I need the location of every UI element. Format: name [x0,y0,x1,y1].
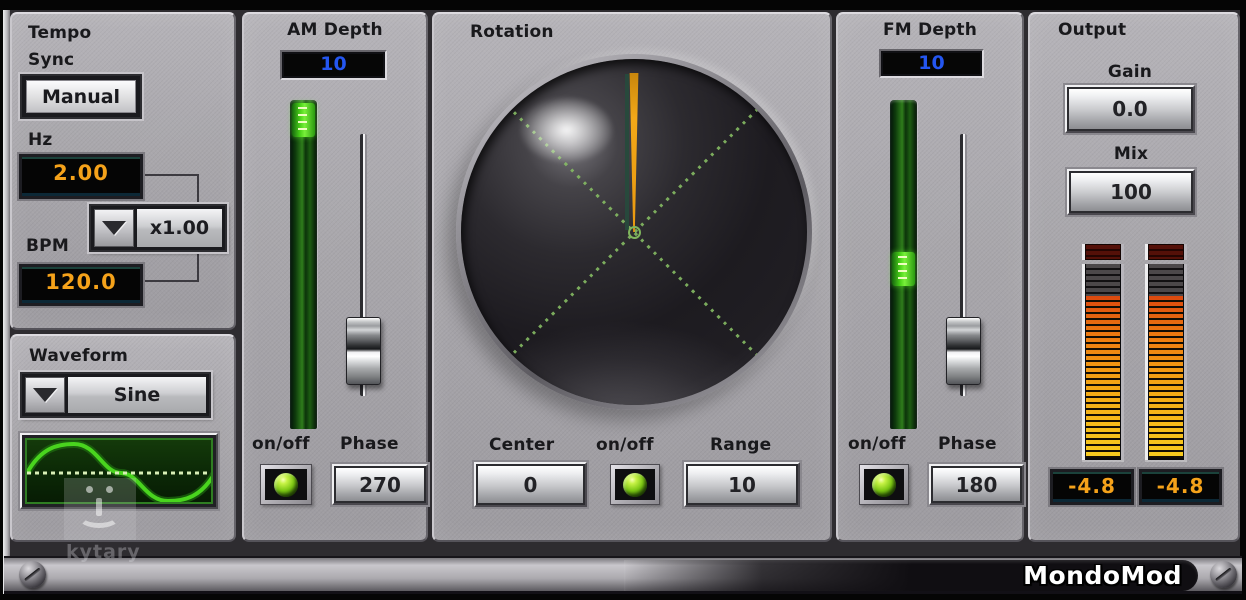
bpm-value-display[interactable]: 120.0 [19,264,143,306]
output-mix-value: 100 [1071,173,1191,211]
sine-wave-icon [27,440,213,504]
output-mix-label: Mix [1067,144,1195,164]
output-meter-left [1082,264,1124,460]
output-meter-left-clip[interactable] [1082,244,1124,260]
am-onoff-button[interactable] [260,464,312,505]
led-on-icon [872,473,896,497]
fm-onoff-button[interactable] [859,464,909,505]
output-title: Output [1058,20,1126,40]
panel-am-depth: AM Depth 10 on/off Phase 270 [242,12,428,542]
waveform-scope [20,433,218,509]
fm-depth-slider-handle[interactable] [946,317,981,385]
panel-fm-depth: FM Depth 10 on/off Phase 180 [836,12,1024,542]
output-gain-value: 0.0 [1069,89,1191,129]
output-meter-left-readout[interactable]: -4.8 [1050,469,1134,505]
fm-onoff-label: on/off [848,434,906,454]
rotation-range-value: 10 [688,466,796,503]
rotation-center-value-box[interactable]: 0 [474,462,587,507]
am-onoff-label: on/off [252,434,310,454]
fm-depth-meter-glow [892,252,915,286]
waveform-scope-screen [25,438,213,504]
bpm-ratio-connector-line [143,252,199,282]
output-mix-value-box[interactable]: 100 [1067,169,1195,215]
tempo-sync-title: Tempo Sync [28,20,128,74]
fm-depth-value-display[interactable]: 10 [879,49,984,78]
chevron-down-icon [102,221,126,235]
output-meter-right-clip[interactable] [1145,244,1187,260]
fm-depth-meter [890,100,917,429]
meter-unlit-segments [1149,264,1183,296]
output-meter-right [1145,264,1187,460]
bpm-label: BPM [26,236,69,256]
led-on-icon [274,473,298,497]
plugin-title: MondoMod [1023,560,1182,591]
panel-waveform: Waveform Sine [10,334,236,542]
panel-tempo-sync: Tempo Sync Manual Hz 2.00 x1.00 BPM 120.… [10,12,236,330]
am-depth-slider-handle[interactable] [346,317,381,385]
rotation-center-label: Center [489,435,554,455]
chevron-down-icon [33,388,57,402]
am-phase-label: Phase [340,434,399,454]
panel-output: Output Gain 0.0 Mix 100 -4.8 -4.8 [1028,12,1240,542]
panel-rotation: Rotation Center 0 on/off Range 10 [432,12,832,542]
output-meter-right-readout[interactable]: -4.8 [1139,469,1222,505]
rotation-range-value-box[interactable]: 10 [684,462,800,507]
rotation-onoff-label: on/off [596,435,654,455]
tempo-mode-button-label: Manual [26,80,136,113]
am-phase-value-box[interactable]: 270 [332,464,428,505]
fm-phase-value: 180 [933,468,1020,501]
rotation-range-label: Range [710,435,771,455]
meter-lit-segments [1086,296,1120,458]
rotation-onoff-button[interactable] [610,464,660,505]
output-gain-label: Gain [1065,62,1195,82]
hz-ratio-connector-line [143,174,199,208]
hz-value-display[interactable]: 2.00 [19,154,143,199]
rotation-center-value: 0 [478,466,583,503]
am-depth-meter [290,100,317,429]
sphere-bottom-sheen [461,59,807,405]
clip-led-segments [1086,245,1120,259]
am-depth-value-display[interactable]: 10 [280,50,387,80]
fm-depth-title: FM Depth [838,20,1022,40]
tempo-ratio-dropdown-button[interactable] [94,209,134,247]
screw-icon [19,561,46,588]
am-onoff-led-well [265,469,307,500]
meter-unlit-segments [1086,264,1120,296]
fm-onoff-led-well [864,469,904,500]
tempo-ratio-dropdown[interactable]: x1.00 [89,204,227,252]
bottom-bar: MondoMod [4,556,1242,594]
rotation-sphere-display [461,59,807,405]
plugin-name-pill: MondoMod [624,560,1198,591]
tempo-ratio-value[interactable]: x1.00 [137,209,222,247]
window-left-edge [3,10,10,594]
rotation-onoff-led-well [615,469,655,500]
fm-phase-value-box[interactable]: 180 [929,464,1024,505]
hz-label: Hz [28,130,53,150]
led-on-icon [623,473,647,497]
am-phase-value: 270 [336,468,424,501]
screw-icon [1210,561,1237,588]
fm-phase-label: Phase [938,434,997,454]
rotation-title: Rotation [470,22,554,42]
am-depth-meter-glow [292,103,315,137]
meter-lit-segments [1149,296,1183,458]
waveform-selected-value[interactable]: Sine [68,377,206,413]
tempo-mode-button[interactable]: Manual [20,74,142,119]
am-depth-title: AM Depth [244,20,426,40]
output-gain-value-box[interactable]: 0.0 [1065,85,1195,133]
waveform-title: Waveform [29,346,128,366]
clip-led-segments [1149,245,1183,259]
waveform-dropdown-button[interactable] [25,377,65,413]
rotation-sphere [456,54,812,410]
waveform-dropdown[interactable]: Sine [20,372,211,418]
